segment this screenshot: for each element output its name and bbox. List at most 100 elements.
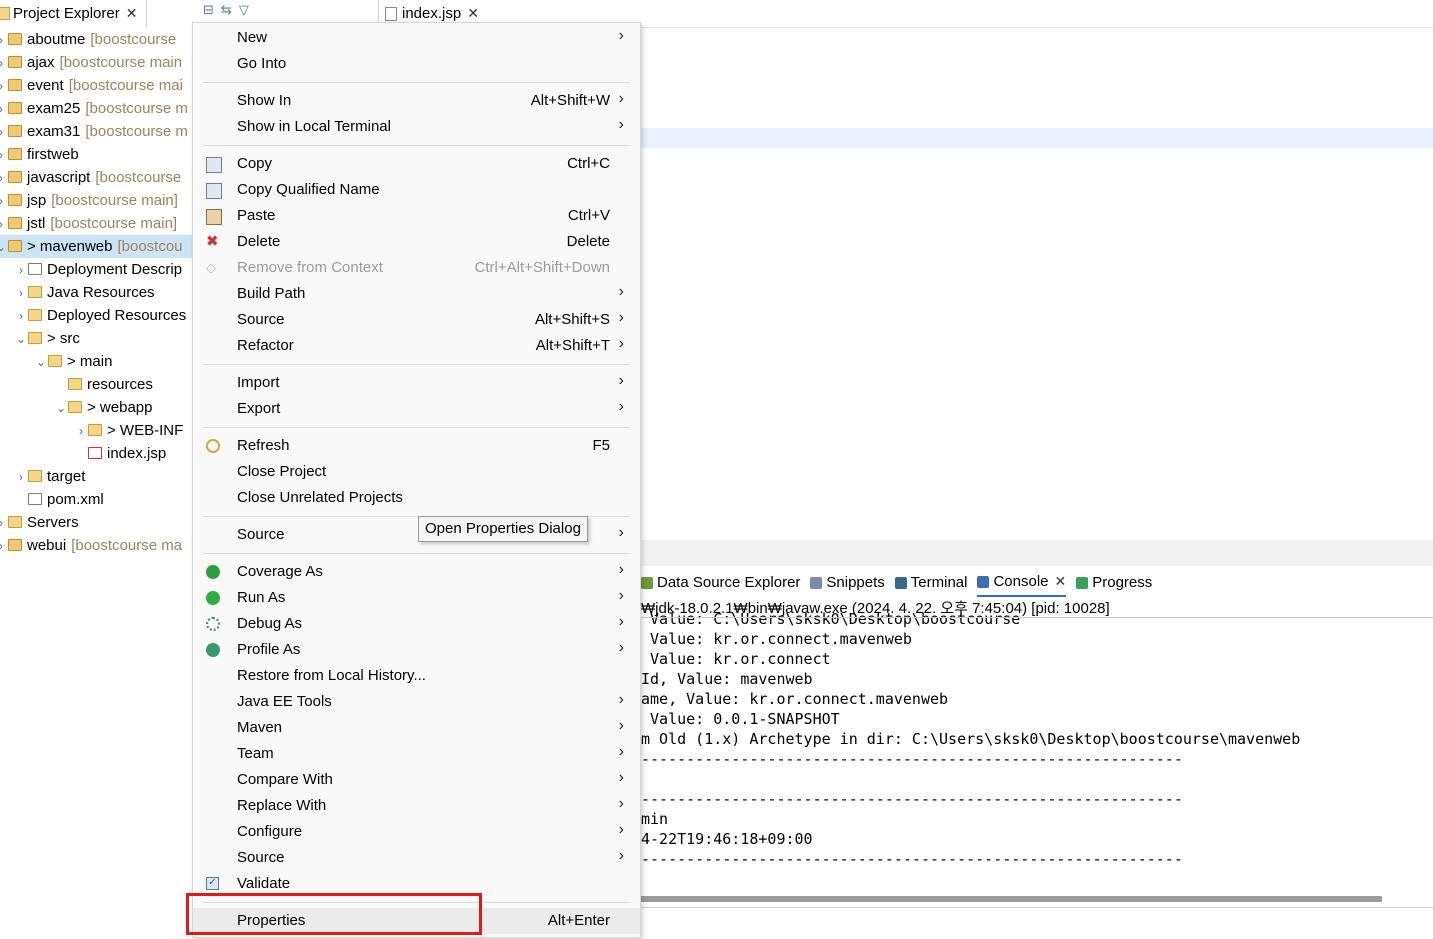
tab-terminal[interactable]: Terminal xyxy=(894,570,967,596)
console-output[interactable]: Value: C:\Users\sksk0\Desktop\boostcours… xyxy=(641,609,1433,879)
tab-snippets[interactable]: Snippets xyxy=(810,570,885,596)
tree-item[interactable]: pom.xml xyxy=(14,488,195,511)
tab-progress[interactable]: Progress xyxy=(1076,570,1152,596)
collapsed-arrow-icon[interactable]: › xyxy=(14,282,28,304)
tree-item[interactable]: › event[boostcourse mai xyxy=(0,74,195,97)
snippets-icon xyxy=(810,576,823,589)
collapsed-arrow-icon[interactable]: › xyxy=(0,144,8,166)
tree-item[interactable]: › target xyxy=(14,465,195,488)
tab-project-explorer[interactable]: Project Explorer ✕ xyxy=(0,0,147,27)
menu-item-coverage-as[interactable]: Coverage As › xyxy=(193,559,640,585)
menu-item-debug-as[interactable]: Debug As › xyxy=(193,611,640,637)
menu-item-maven[interactable]: Maven › xyxy=(193,715,640,741)
menu-item-label: Coverage As xyxy=(237,563,323,580)
menu-item-compare-with[interactable]: Compare With › xyxy=(193,767,640,793)
collapsed-arrow-icon[interactable]: › xyxy=(14,466,28,488)
tree-item[interactable]: › webui[boostcourse ma xyxy=(0,534,195,557)
project-explorer: Project Explorer ✕ ›aboutme[boostcourse›… xyxy=(0,0,195,938)
collapsed-arrow-icon[interactable]: › xyxy=(0,75,8,97)
tree-item[interactable]: index.jsp xyxy=(74,442,195,465)
menu-item-label: Show In xyxy=(237,92,292,109)
menu-item-profile-as[interactable]: Profile As › xyxy=(193,637,640,663)
filter-icon[interactable]: ▽ xyxy=(239,2,249,22)
collapsed-arrow-icon[interactable]: › xyxy=(0,52,8,74)
menu-item-new[interactable]: New › xyxy=(193,25,640,51)
collapsed-arrow-icon[interactable]: › xyxy=(0,121,8,143)
console-line: ----------------------------------------… xyxy=(641,850,1183,868)
tree-item[interactable]: resources xyxy=(54,373,195,396)
collapsed-arrow-icon[interactable]: › xyxy=(0,512,8,534)
collapsed-arrow-icon[interactable]: › xyxy=(74,420,88,442)
menu-item-restore-from-local-history[interactable]: Restore from Local History... xyxy=(193,663,640,689)
menu-item-close-unrelated-projects[interactable]: Close Unrelated Projects xyxy=(193,485,640,511)
menu-item-go-into[interactable]: Go Into xyxy=(193,51,640,77)
tree-item[interactable]: › javascript[boostcourse xyxy=(0,166,195,189)
menu-item-copy-qualified-name[interactable]: Copy Qualified Name xyxy=(193,177,640,203)
menu-item-shortcut: Alt+Shift+S xyxy=(534,311,610,328)
menu-item-run-as[interactable]: Run As › xyxy=(193,585,640,611)
menu-item-paste[interactable]: Paste Ctrl+V xyxy=(193,203,640,229)
menu-item-java-ee-tools[interactable]: Java EE Tools › xyxy=(193,689,640,715)
tree-item[interactable]: › jstl[boostcourse main] xyxy=(0,212,195,235)
menu-item-configure[interactable]: Configure › xyxy=(193,819,640,845)
tab-data-source-explorer[interactable]: Data Source Explorer xyxy=(641,570,800,596)
tree-item[interactable]: › jsp[boostcourse main] xyxy=(0,189,195,212)
menu-item-refactor[interactable]: Refactor Alt+Shift+T › xyxy=(193,333,640,359)
submenu-arrow-icon: › xyxy=(618,116,624,133)
tree-item[interactable]: › exam25[boostcourse m xyxy=(0,97,195,120)
menu-item-show-in[interactable]: Show In Alt+Shift+W › xyxy=(193,88,640,114)
tree-item[interactable]: ⌄ > mavenweb [boostcou xyxy=(0,235,195,258)
collapsed-arrow-icon[interactable]: › xyxy=(0,167,8,189)
collapsed-arrow-icon[interactable]: › xyxy=(0,98,8,120)
menu-item-delete[interactable]: ✖ Delete Delete xyxy=(193,229,640,255)
repository-annotation: [boostcourse xyxy=(95,169,182,186)
collapsed-arrow-icon[interactable]: › xyxy=(14,259,28,281)
menu-item-export[interactable]: Export › xyxy=(193,396,640,422)
tree-item[interactable]: › Servers xyxy=(0,511,195,534)
tree-item[interactable]: ⌄ > src xyxy=(14,327,195,350)
expanded-arrow-icon[interactable]: ⌄ xyxy=(14,328,28,350)
collapsed-arrow-icon[interactable]: › xyxy=(0,213,8,235)
menu-item-copy[interactable]: Copy Ctrl+C xyxy=(193,151,640,177)
tree-item[interactable]: › Deployment Descrip xyxy=(14,258,195,281)
tree-item[interactable]: › > WEB-INF xyxy=(74,419,195,442)
collapsed-arrow-icon[interactable]: › xyxy=(0,190,8,212)
tree-item[interactable]: ⌄ > main xyxy=(34,350,195,373)
tree-item-label: > src xyxy=(47,330,80,347)
tree-item[interactable]: › Java Resources xyxy=(14,281,195,304)
tab-console[interactable]: Console ✕ xyxy=(977,569,1067,597)
menu-item-label: Go Into xyxy=(237,55,287,72)
tree-item[interactable]: › exam31[boostcourse m xyxy=(0,120,195,143)
tree-item[interactable]: › ajax[boostcourse main xyxy=(0,51,195,74)
project-icon xyxy=(8,33,22,45)
tree-item-label: pom.xml xyxy=(47,491,104,508)
menu-item-refresh[interactable]: Refresh F5 xyxy=(193,433,640,459)
close-icon[interactable]: ✕ xyxy=(467,5,479,22)
tree-item[interactable]: › firstweb xyxy=(0,143,195,166)
menu-item-source[interactable]: Source Alt+Shift+S › xyxy=(193,307,640,333)
expanded-arrow-icon[interactable]: ⌄ xyxy=(54,397,68,419)
menu-item-replace-with[interactable]: Replace With › xyxy=(193,793,640,819)
close-icon[interactable]: ✕ xyxy=(126,5,138,22)
expanded-arrow-icon[interactable]: ⌄ xyxy=(0,236,8,258)
console-tab-label: Console xyxy=(993,573,1049,590)
menu-item-show-in-local-terminal[interactable]: Show in Local Terminal › xyxy=(193,114,640,140)
menu-item-build-path[interactable]: Build Path › xyxy=(193,281,640,307)
menu-item-close-project[interactable]: Close Project xyxy=(193,459,640,485)
tree-item[interactable]: › aboutme[boostcourse xyxy=(0,28,195,51)
tree-item[interactable]: ⌄ > webapp xyxy=(54,396,195,419)
close-icon[interactable]: ✕ xyxy=(1055,573,1067,590)
coverage-icon xyxy=(206,565,220,579)
folder-icon xyxy=(88,424,102,436)
collapsed-arrow-icon[interactable]: › xyxy=(14,305,28,327)
collapsed-arrow-icon[interactable]: › xyxy=(0,535,8,557)
tree-item[interactable]: › Deployed Resources xyxy=(14,304,195,327)
collapse-all-icon[interactable]: ⊟ xyxy=(203,2,214,22)
project-icon xyxy=(8,171,22,183)
link-with-editor-icon[interactable]: ⇆ xyxy=(221,2,232,22)
menu-item-source[interactable]: Source › xyxy=(193,845,640,871)
menu-item-team[interactable]: Team › xyxy=(193,741,640,767)
expanded-arrow-icon[interactable]: ⌄ xyxy=(34,351,48,373)
menu-item-import[interactable]: Import › xyxy=(193,370,640,396)
collapsed-arrow-icon[interactable]: › xyxy=(0,29,8,51)
